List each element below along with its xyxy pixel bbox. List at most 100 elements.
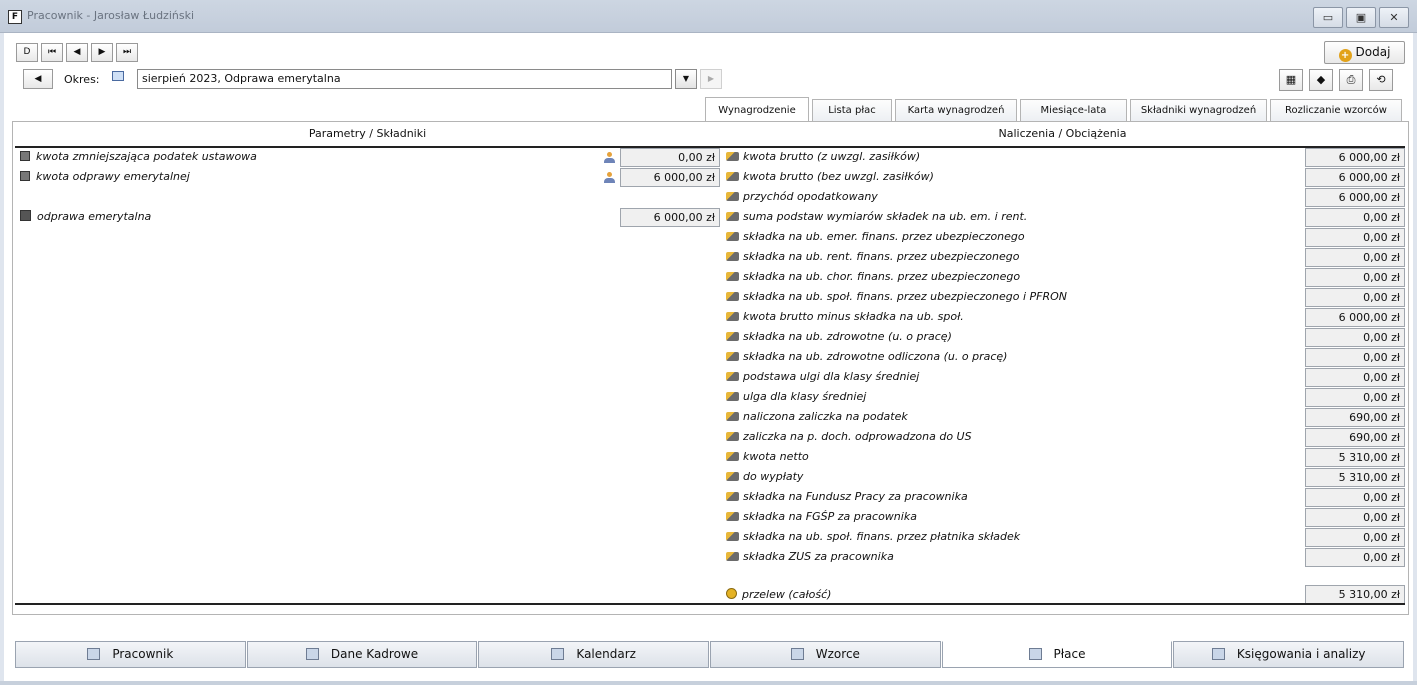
tab-skladniki-wynagrodzen[interactable]: Składniki wynagrodzeń — [1130, 99, 1267, 122]
right-row-value[interactable]: 690,00 zł — [1305, 428, 1405, 447]
calculation-icon — [726, 212, 739, 221]
chevron-down-icon: ▼ — [682, 74, 690, 83]
right-row-label: kwota netto — [726, 448, 809, 466]
right-row-value[interactable]: 0,00 zł — [1305, 208, 1405, 227]
right-row-value[interactable]: 0,00 zł — [1305, 368, 1405, 387]
plus-icon: + — [1338, 49, 1352, 62]
right-row-value[interactable]: 0,00 zł — [1305, 508, 1405, 527]
right-row-text: składka na ub. chor. finans. przez ubezp… — [743, 270, 1021, 283]
left-row-label: kwota zmniejszająca podatek ustawowa — [20, 148, 257, 166]
right-row-text: składka ZUS za pracownika — [743, 550, 894, 563]
bottom-tab-pracownik[interactable]: Pracownik — [15, 641, 246, 668]
tab-rozliczanie-wzorcow[interactable]: Rozliczanie wzorców — [1270, 99, 1402, 122]
calculation-icon — [726, 332, 739, 341]
person-icon[interactable] — [603, 172, 616, 184]
right-row-text: naliczona zaliczka na podatek — [743, 410, 908, 423]
right-row-value[interactable]: 0,00 zł — [1305, 548, 1405, 567]
printer-icon: ⎙ — [1346, 73, 1356, 86]
people-icon — [790, 648, 804, 660]
right-row-text: kwota brutto minus składka na ub. społ. — [743, 310, 964, 323]
right-row-label: składka na ub. chor. finans. przez ubezp… — [726, 268, 1020, 286]
right-row-text: składka na Fundusz Pracy za pracownika — [743, 490, 968, 503]
payroll-panel — [12, 121, 1409, 615]
right-row-value[interactable]: 6 000,00 zł — [1305, 148, 1405, 167]
bottom-tab-wzorce[interactable]: Wzorce — [710, 641, 941, 668]
calculation-icon — [726, 192, 739, 201]
people-icon[interactable] — [603, 152, 616, 164]
refresh-icon: ⟲ — [1376, 73, 1386, 86]
bottom-tab-dane-kadrowe[interactable]: Dane Kadrowe — [246, 641, 478, 668]
right-row-label: naliczona zaliczka na podatek — [726, 408, 908, 426]
nav-prev-button[interactable]: ◀ — [66, 43, 88, 62]
add-button[interactable]: + Dodaj — [1324, 41, 1405, 64]
close-button[interactable]: ✕ — [1379, 7, 1409, 28]
calculation-icon — [726, 472, 739, 481]
calculation-icon — [726, 492, 739, 501]
nav-d-button[interactable]: D — [16, 43, 38, 62]
person-icon — [87, 648, 101, 660]
bottom-tab-ksiegowania[interactable]: Księgowania i analizy — [1173, 641, 1405, 668]
book-icon[interactable] — [112, 71, 124, 81]
right-row-value[interactable]: 6 000,00 zł — [1305, 308, 1405, 327]
calculator-button[interactable]: ▦ — [1279, 69, 1303, 91]
bottom-tab-label: Kalendarz — [576, 647, 636, 661]
right-row-label: składka na ub. emer. finans. przez ubezp… — [726, 228, 1025, 246]
calculation-icon — [726, 252, 739, 261]
right-row-value[interactable]: 0,00 zł — [1305, 268, 1405, 287]
window-title: Pracownik - Jarosław Łudziński — [27, 9, 195, 22]
left-row-label: kwota odprawy emerytalnej — [20, 168, 190, 186]
right-row-value[interactable]: 0,00 zł — [1305, 388, 1405, 407]
period-prev-button[interactable]: ◀ — [23, 69, 53, 89]
right-row-value[interactable]: 5 310,00 zł — [1305, 448, 1405, 467]
bottom-tab-place[interactable]: Płace — [941, 641, 1173, 668]
bottom-tab-label: Wzorce — [815, 647, 860, 661]
minimize-button[interactable]: ▭ — [1313, 7, 1343, 28]
period-dropdown-button[interactable]: ▼ — [675, 69, 697, 89]
tab-miesiace-lata[interactable]: Miesiące-lata — [1020, 99, 1127, 122]
right-row-value[interactable]: 5 310,00 zł — [1305, 468, 1405, 487]
transfer-value[interactable]: 5 310,00 zł — [1305, 585, 1405, 604]
right-row-value[interactable]: 0,00 zł — [1305, 248, 1405, 267]
print-button[interactable]: ⎙ — [1339, 69, 1363, 91]
tab-karta-wynagrodzen[interactable]: Karta wynagrodzeń — [895, 99, 1017, 122]
nav-first-button[interactable]: ⏮ — [41, 43, 63, 62]
right-row-text: składka na ub. społ. finans. przez ubezp… — [743, 290, 1068, 303]
right-row-value[interactable]: 0,00 zł — [1305, 288, 1405, 307]
right-row-text: składka na FGŚP za pracownika — [743, 510, 917, 523]
maximize-button[interactable]: ▣ — [1346, 7, 1376, 28]
refresh-button[interactable]: ⟲ — [1369, 69, 1393, 91]
right-row-text: kwota netto — [743, 450, 809, 463]
tab-lista-plac[interactable]: Lista płac — [812, 99, 892, 122]
right-row-label: składka na ub. zdrowotne (u. o pracę) — [726, 328, 952, 346]
right-row-text: suma podstaw wymiarów składek na ub. em.… — [743, 210, 1028, 223]
right-row-label: do wypłaty — [726, 468, 803, 486]
right-row-text: podstawa ulgi dla klasy średniej — [743, 370, 920, 383]
bottom-tab-label: Dane Kadrowe — [330, 647, 419, 661]
period-next-button[interactable]: ▶ — [700, 69, 722, 89]
left-row-value[interactable]: 6 000,00 zł — [620, 168, 720, 187]
right-row-value[interactable]: 0,00 zł — [1305, 228, 1405, 247]
nav-last-button[interactable]: ⏭ — [116, 43, 138, 62]
right-row-value[interactable]: 6 000,00 zł — [1305, 168, 1405, 187]
triangle-right-icon: ▶ — [707, 74, 715, 83]
eraser-button[interactable]: ◆ — [1309, 69, 1333, 91]
period-select[interactable]: sierpień 2023, Odprawa emerytalna — [137, 69, 672, 89]
status-bar — [0, 681, 1417, 685]
calculation-icon — [726, 352, 739, 361]
right-row-value[interactable]: 0,00 zł — [1305, 348, 1405, 367]
bottom-tab-kalendarz[interactable]: Kalendarz — [478, 641, 710, 668]
record-navigation: D ⏮ ◀ ▶ ⏭ — [16, 43, 141, 62]
right-row-value[interactable]: 6 000,00 zł — [1305, 188, 1405, 207]
right-row-value[interactable]: 0,00 zł — [1305, 488, 1405, 507]
nav-next-button[interactable]: ▶ — [91, 43, 113, 62]
calculation-icon — [726, 552, 739, 561]
calculation-icon — [726, 172, 739, 181]
form-icon: F — [8, 10, 22, 24]
left-row-value[interactable]: 0,00 zł — [620, 148, 720, 167]
calculation-icon — [726, 272, 739, 281]
left-row-value[interactable]: 6 000,00 zł — [620, 208, 720, 227]
right-row-value[interactable]: 0,00 zł — [1305, 328, 1405, 347]
right-row-value[interactable]: 0,00 zł — [1305, 528, 1405, 547]
tab-wynagrodzenie[interactable]: Wynagrodzenie — [705, 97, 809, 122]
right-row-value[interactable]: 690,00 zł — [1305, 408, 1405, 427]
